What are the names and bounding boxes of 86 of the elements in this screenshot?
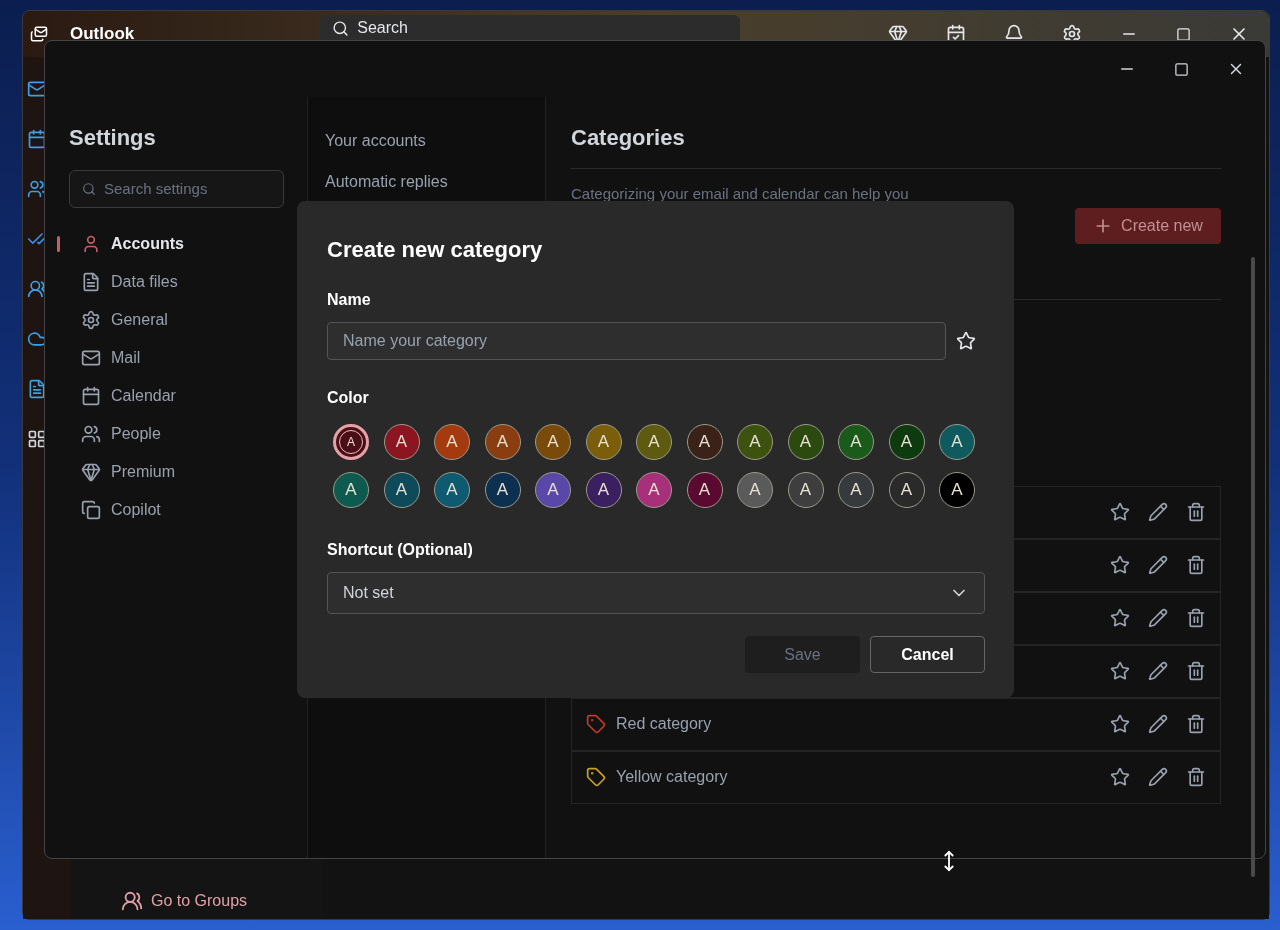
edit-icon[interactable]	[1148, 714, 1168, 734]
document-icon[interactable]	[27, 379, 47, 399]
cancel-button[interactable]: Cancel	[870, 636, 985, 673]
star-icon[interactable]	[1110, 502, 1130, 522]
delete-icon[interactable]	[1186, 502, 1206, 522]
color-swatch[interactable]: A	[484, 424, 521, 460]
settings-title: Settings	[69, 124, 157, 152]
color-swatch[interactable]: A	[838, 424, 874, 460]
outlook-logo-icon	[30, 25, 48, 43]
color-swatch[interactable]: A	[333, 424, 369, 460]
color-swatch[interactable]: A	[737, 472, 773, 508]
color-swatch[interactable]: A	[383, 472, 420, 508]
subnav-item[interactable]: Automatic replies	[325, 170, 545, 194]
edit-icon[interactable]	[1148, 555, 1168, 575]
scrollbar[interactable]	[1251, 257, 1255, 877]
delete-icon[interactable]	[1186, 555, 1206, 575]
subnav-item[interactable]: Your accounts	[325, 129, 545, 153]
search-icon	[82, 182, 96, 196]
color-swatch[interactable]: A	[888, 472, 925, 508]
edit-icon[interactable]	[1148, 767, 1168, 787]
people-icon[interactable]	[27, 279, 47, 299]
document-icon	[81, 272, 101, 292]
category-row[interactable]: Yellow category	[571, 750, 1221, 804]
color-swatch[interactable]: A	[585, 424, 622, 460]
color-swatch[interactable]: A	[636, 472, 672, 508]
star-icon[interactable]	[1110, 608, 1130, 628]
people-icon[interactable]	[27, 179, 47, 199]
color-swatch[interactable]: A	[383, 424, 420, 460]
color-swatch[interactable]: A	[838, 472, 874, 508]
color-swatch[interactable]: A	[888, 424, 925, 460]
color-swatch[interactable]: A	[939, 472, 975, 508]
category-row[interactable]: Red category	[571, 697, 1221, 751]
delete-icon[interactable]	[1186, 714, 1206, 734]
apps-icon[interactable]	[27, 429, 47, 449]
mail-icon[interactable]	[27, 79, 47, 99]
dialog-title: Create new category	[327, 236, 544, 264]
edit-icon[interactable]	[1148, 661, 1168, 681]
edit-icon[interactable]	[1148, 608, 1168, 628]
maximize-icon[interactable]	[1176, 26, 1191, 42]
category-name: Red category	[616, 714, 712, 734]
intro-text: Categorizing your email and calendar can help you	[571, 184, 910, 204]
star-icon[interactable]	[1110, 714, 1130, 734]
diamond-icon	[81, 462, 101, 482]
delete-icon[interactable]	[1186, 661, 1206, 681]
calendar-icon	[81, 386, 101, 406]
color-swatch[interactable]: A	[636, 424, 672, 460]
maximize-icon[interactable]	[1174, 61, 1189, 77]
page-title: Categories	[571, 124, 686, 152]
overlapping-shapes-icon	[81, 500, 101, 520]
name-label: Name	[327, 290, 372, 310]
search-icon	[332, 19, 350, 37]
color-swatch[interactable]: A	[434, 472, 470, 508]
color-swatch[interactable]: A	[737, 424, 773, 460]
color-swatch[interactable]: A	[333, 472, 369, 508]
color-label: Color	[327, 388, 370, 408]
color-swatch[interactable]: A	[585, 472, 622, 508]
color-swatch[interactable]: A	[535, 472, 571, 508]
color-swatch[interactable]: A	[939, 424, 975, 460]
person-icon	[81, 234, 101, 254]
delete-icon[interactable]	[1186, 608, 1206, 628]
edit-icon[interactable]	[1148, 502, 1168, 522]
star-icon[interactable]	[1110, 767, 1130, 787]
people-icon	[121, 890, 143, 912]
app-title: Outlook	[70, 23, 135, 46]
search-field[interactable]: Search	[320, 15, 741, 41]
color-swatch[interactable]: A	[787, 472, 824, 508]
star-icon[interactable]	[1110, 555, 1130, 575]
shortcut-label: Shortcut (Optional)	[327, 540, 474, 560]
create-new-button[interactable]: Create new	[1075, 207, 1221, 244]
cloud-icon[interactable]	[27, 329, 47, 349]
color-swatch[interactable]: A	[686, 472, 723, 508]
search-settings-field[interactable]: Search settings	[69, 170, 284, 208]
shortcut-dropdown[interactable]: Not set	[327, 572, 985, 614]
mail-icon	[81, 348, 101, 368]
people-icon	[81, 424, 101, 444]
color-swatch[interactable]: A	[535, 424, 571, 460]
delete-icon[interactable]	[1186, 767, 1206, 787]
groups-link[interactable]: Go to Groups	[151, 889, 248, 913]
color-swatch[interactable]: A	[787, 424, 824, 460]
color-swatch[interactable]: A	[434, 424, 470, 460]
color-swatch[interactable]: A	[686, 424, 723, 460]
gear-icon	[81, 310, 101, 330]
category-name: Yellow category	[616, 767, 728, 787]
star-icon[interactable]	[1110, 661, 1130, 681]
color-swatch[interactable]: A	[484, 472, 521, 508]
name-input[interactable]: Name your category	[327, 322, 946, 360]
